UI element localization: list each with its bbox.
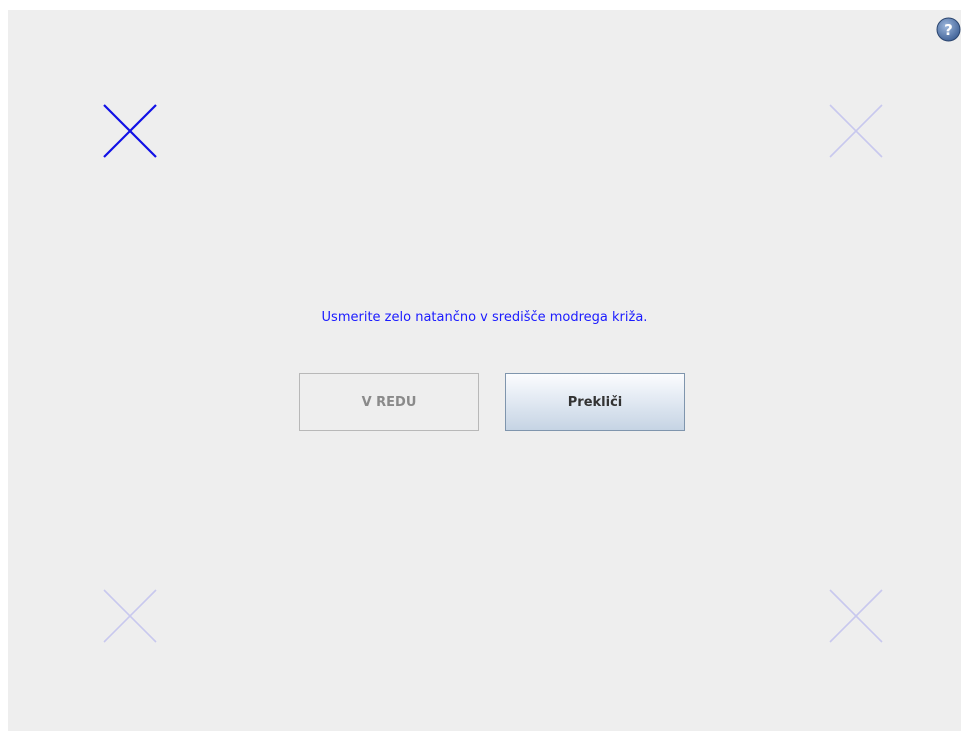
instruction-text: Usmerite zelo natančno v središče modreg… xyxy=(321,310,648,325)
calibration-target-top-left-icon[interactable] xyxy=(102,103,158,159)
calibration-target-bottom-right-icon xyxy=(828,588,884,644)
help-icon[interactable]: ? xyxy=(936,17,961,42)
cancel-button[interactable]: Prekliči xyxy=(505,373,685,431)
ok-button[interactable]: V REDU xyxy=(299,373,479,431)
calibration-screen: Usmerite zelo natančno v središče modreg… xyxy=(8,10,961,731)
help-glyph: ? xyxy=(944,21,953,39)
cancel-button-label: Prekliči xyxy=(567,394,623,410)
calibration-target-bottom-left-icon xyxy=(102,588,158,644)
ok-button-label: V REDU xyxy=(361,394,417,410)
calibration-target-top-right-icon xyxy=(828,103,884,159)
